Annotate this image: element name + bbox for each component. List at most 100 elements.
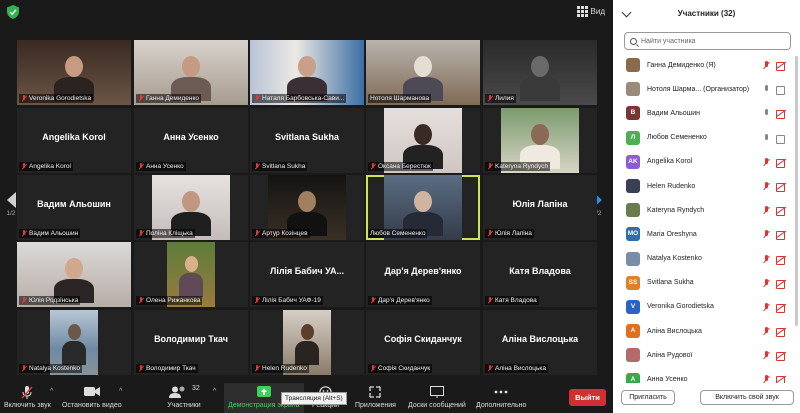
tile-name-label: Наталя Барбовська-Сави...	[252, 94, 347, 103]
participant-name: Svitlana Sukha	[647, 279, 694, 287]
participant-name: Лилия	[495, 95, 514, 102]
participant-list-scrollbar[interactable]	[795, 56, 798, 326]
person-head	[414, 191, 432, 212]
avatar: AK	[626, 154, 640, 169]
mic-muted-icon	[487, 230, 493, 237]
mic-muted-icon	[254, 95, 260, 102]
video-tile[interactable]: Helen Rudenko	[250, 310, 364, 375]
video-tile[interactable]: Катя Владова Катя Владова	[483, 242, 597, 307]
unmute-button[interactable]: Включить звук	[4, 386, 51, 409]
mic-muted-icon	[254, 163, 260, 170]
video-tile[interactable]: Юлія Лапіна Юлія Лапіна	[483, 175, 597, 240]
video-tile[interactable]: Дар'я Дерев'янко Дар'я Дерев'янко	[366, 242, 480, 307]
panel-footer: Пригласить Включить свой звук	[613, 388, 800, 410]
shield-icon[interactable]	[7, 5, 19, 19]
video-tile[interactable]: Поліна Кліщька	[134, 175, 248, 240]
participant-name: Лілія Бабич УАФ-19	[262, 297, 321, 304]
participant-name: Maria Oreshyna	[647, 230, 697, 238]
video-tile[interactable]: Вадим Альошин Вадим Альошин	[17, 175, 131, 240]
participant-row[interactable]: Л Любов Семененко	[613, 126, 793, 150]
video-tile[interactable]: Юлія Родзінська	[17, 242, 131, 307]
participant-row[interactable]: А Анна Усенко	[613, 367, 793, 383]
participant-row[interactable]: V Veronika Gorodietska	[613, 295, 793, 319]
video-tile[interactable]: Любов Семененко	[366, 175, 480, 240]
tile-name-label: Helen Rudenko	[252, 364, 309, 373]
video-off-icon	[776, 231, 786, 241]
participant-row[interactable]: В Вадим Альошин	[613, 101, 793, 125]
avatar: В	[626, 106, 640, 121]
stop-video-button[interactable]: Остановить видео	[62, 386, 122, 409]
tile-name-label: Kateryna Ryndych	[485, 162, 551, 171]
unmute-self-button[interactable]: Включить свой звук	[700, 390, 794, 405]
participant-search[interactable]	[624, 32, 791, 50]
participant-name: Аліна Рудової	[647, 351, 693, 359]
video-tile[interactable]: Анна Усенко Анна Усенко	[134, 108, 248, 173]
video-off-icon	[776, 255, 786, 265]
video-options-caret-icon[interactable]: ^	[119, 388, 122, 395]
participant-list: Ганна Демиденко (Я) Нотоля Шарма... (Орга…	[613, 53, 793, 383]
video-tile[interactable]: Ганна Демиденко	[134, 40, 248, 105]
view-button[interactable]: Вид	[576, 6, 605, 17]
participant-row[interactable]: Kateryna Ryndych	[613, 198, 793, 222]
tile-display-name: Лілія Бабич УА...	[270, 266, 344, 276]
video-tile[interactable]: Veronika Gorodietska	[17, 40, 131, 105]
participant-row[interactable]: Natalya Kostenko	[613, 247, 793, 271]
mic-muted-icon	[763, 157, 770, 167]
participant-name: Анна Усенко	[647, 376, 688, 383]
participant-search-input[interactable]	[641, 37, 781, 45]
participant-row[interactable]: MO Maria Oreshyna	[613, 222, 793, 246]
participant-row[interactable]: Аліна Рудової	[613, 343, 793, 367]
stop-video-label: Остановить видео	[62, 402, 122, 409]
audio-options-caret-icon[interactable]: ^	[50, 388, 53, 395]
grid-view-icon	[576, 6, 588, 17]
video-tile[interactable]: Наталя Барбовська-Сави...	[250, 40, 364, 105]
leave-meeting-button[interactable]: Выйти	[569, 389, 606, 406]
mic-muted-icon	[763, 278, 770, 288]
video-tile[interactable]: Софія Скиданчук Софія Скиданчук	[366, 310, 480, 375]
participant-name: Наталя Барбовська-Сави...	[262, 95, 345, 102]
participant-row[interactable]: Нотоля Шарма... (Организатор)	[613, 77, 793, 101]
tile-name-label: Дар'я Дерев'янко	[368, 296, 432, 305]
video-tile[interactable]: Оксана Берестюк	[366, 108, 480, 173]
participant-row[interactable]: Ганна Демиденко (Я)	[613, 53, 793, 77]
avatar: Л	[626, 130, 640, 145]
video-tile[interactable]: Kateryna Ryndych	[483, 108, 597, 173]
mic-muted-icon	[487, 163, 493, 170]
participant-name: Helen Rudenko	[647, 182, 696, 190]
invite-button[interactable]: Пригласить	[621, 390, 675, 405]
mic-muted-icon	[254, 297, 260, 304]
whiteboard-icon	[429, 386, 444, 399]
tile-name-label: Svitlana Sukha	[252, 162, 308, 171]
mic-muted-icon	[254, 365, 260, 372]
mic-muted-icon	[763, 375, 770, 383]
video-tile[interactable]: Артур Козінцев	[250, 175, 364, 240]
video-tile[interactable]: Natalya Kostenko	[17, 310, 131, 375]
participant-row[interactable]: SS Svitlana Sukha	[613, 271, 793, 295]
video-tile[interactable]: Svitlana Sukha Svitlana Sukha	[250, 108, 364, 173]
mic-muted-icon	[21, 163, 27, 170]
participant-row[interactable]: AK Angelika Korol	[613, 150, 793, 174]
video-tile[interactable]: Нотоля Шарманова	[366, 40, 480, 105]
participant-name: Дар'я Дерев'янко	[378, 297, 430, 304]
zoom-window: Вид 1/2 1/2 Veronika GorodietskaГанна Де…	[0, 0, 800, 413]
whiteboards-button[interactable]: Доски сообщений	[408, 386, 466, 409]
video-off-icon	[776, 352, 786, 362]
participant-name: Veronika Gorodietska	[647, 303, 714, 311]
person-body	[179, 273, 203, 297]
video-tile[interactable]: Лілія Бабич УА... Лілія Бабич УАФ-19	[250, 242, 364, 307]
participant-row[interactable]: Helen Rudenko	[613, 174, 793, 198]
more-button[interactable]: Дополнительно	[476, 386, 526, 409]
avatar: А	[626, 372, 640, 383]
video-tile[interactable]: Олена Рижанкова	[134, 242, 248, 307]
apps-button[interactable]: Приложения	[355, 386, 396, 409]
avatar: А	[626, 324, 640, 339]
video-tile[interactable]: Володимир Ткач Володимир Ткач	[134, 310, 248, 375]
previous-page-button[interactable]: 1/2	[4, 192, 18, 222]
participants-caret-icon[interactable]: ^	[213, 388, 216, 395]
video-tile[interactable]: Лилия	[483, 40, 597, 105]
participant-row[interactable]: А Аліна Вислоцька	[613, 319, 793, 343]
video-tile[interactable]: Angelika Korol Angelika Korol	[17, 108, 131, 173]
video-tile[interactable]: Аліна Вислоцька Аліна Вислоцька	[483, 310, 597, 375]
participants-button[interactable]: 32 Участники	[166, 385, 202, 409]
person-head	[414, 56, 432, 77]
